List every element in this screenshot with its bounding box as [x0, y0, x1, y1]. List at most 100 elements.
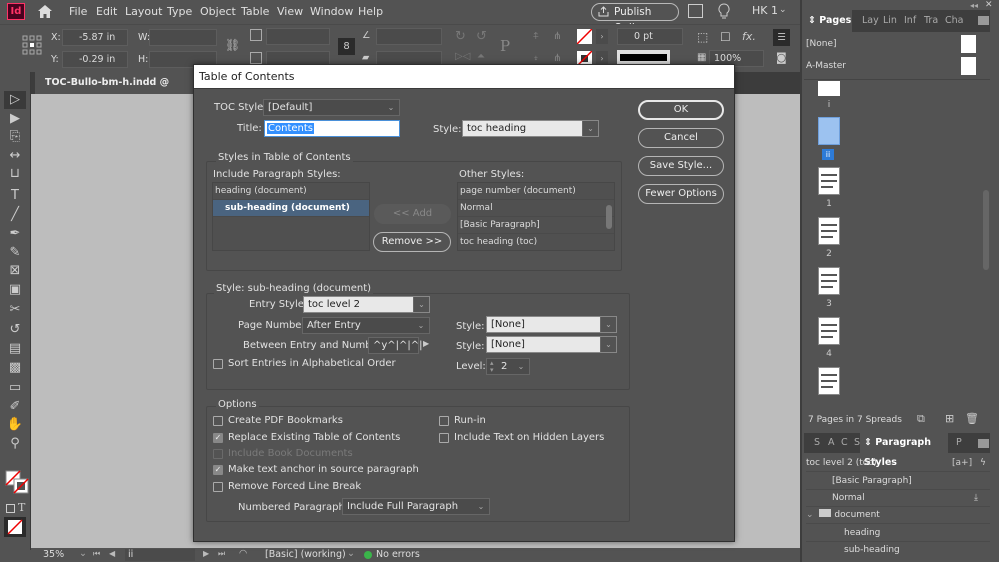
flip-vertical-icon[interactable]: ⏶ [477, 51, 485, 62]
menu-table[interactable]: Table [241, 5, 269, 18]
ok-button[interactable]: OK [638, 100, 724, 120]
page-thumbnail[interactable] [818, 317, 840, 345]
content-collector-icon[interactable]: ⊔ [4, 165, 26, 183]
formatting-text-icon[interactable]: T [18, 501, 25, 514]
tab-swatches[interactable]: S [814, 433, 820, 453]
style-item-normal[interactable]: Normal ⤓ [806, 489, 990, 507]
drop-shadow-icon[interactable]: ☐ [720, 30, 731, 44]
menu-layout[interactable]: Layout [125, 5, 162, 18]
last-page-icon[interactable]: ⏭ [218, 549, 225, 559]
tab-pages[interactable]: ⇕ Pages [804, 10, 852, 32]
toc-style-select[interactable]: [Default] ⌄ [263, 99, 400, 116]
menu-window[interactable]: Window [310, 5, 353, 18]
create-pdf-bookmarks-checkbox[interactable] [213, 415, 223, 426]
other-styles-scrollbar[interactable] [606, 205, 612, 229]
cancel-button[interactable]: Cancel [638, 128, 724, 148]
run-in-option[interactable]: Run-in [439, 415, 486, 427]
select-previous-icon[interactable]: ⋔ [553, 31, 561, 42]
first-page-icon[interactable]: ⏮ [93, 549, 100, 559]
fewer-options-button[interactable]: Fewer Options [638, 184, 724, 204]
lightbulb-icon[interactable] [718, 3, 730, 20]
line-tool-icon[interactable]: ╱ [4, 206, 26, 224]
zoom-tool-icon[interactable]: ⚲ [4, 435, 26, 453]
zoom-chevron-icon[interactable]: ⌄ [79, 548, 87, 559]
select-next-icon[interactable]: ⋔ [553, 53, 561, 64]
scale-x-field[interactable] [266, 28, 330, 45]
tab-character[interactable]: Cha [945, 10, 963, 32]
home-icon[interactable] [37, 4, 53, 19]
pen-tool-icon[interactable]: ✒ [4, 225, 26, 243]
numbered-paragraphs-select[interactable]: Include Full Paragraph ⌄ [342, 498, 490, 515]
title-style-select[interactable]: toc heading ⌄ [462, 120, 599, 137]
page-thumbnail[interactable] [818, 167, 840, 195]
menu-edit[interactable]: Edit [96, 5, 117, 18]
other-style-item[interactable]: [Basic Paragraph] [458, 217, 614, 234]
between-entry-input[interactable]: ^y^|^|^| [368, 337, 423, 354]
style-item-basic-paragraph[interactable]: [Basic Paragraph] [806, 472, 990, 490]
preflight-errors[interactable]: No errors [376, 549, 420, 560]
pencil-tool-icon[interactable]: ✎ [4, 244, 26, 262]
page-number-style-select[interactable]: [None] ⌄ [486, 316, 617, 333]
note-tool-icon[interactable]: ▭ [4, 379, 26, 397]
include-hidden-layers-checkbox[interactable] [439, 432, 449, 443]
tab-character-styles[interactable]: C [841, 433, 848, 453]
select-container-icon[interactable]: ⍏ [533, 31, 539, 42]
page-thumbnail[interactable] [818, 367, 840, 395]
page-thumbnail[interactable] [818, 81, 840, 96]
save-style-button[interactable]: Save Style... [638, 156, 724, 176]
other-styles-list[interactable]: page number (document) Normal [Basic Par… [457, 182, 615, 251]
gradient-swatch-tool-icon[interactable]: ▤ [4, 340, 26, 358]
tab-info[interactable]: Inf [904, 10, 916, 32]
other-style-item[interactable]: Normal [458, 200, 614, 217]
rotate-ccw-icon[interactable]: ↺ [476, 29, 487, 44]
previous-page-icon[interactable]: ◀ [109, 549, 115, 558]
rectangle-frame-tool-icon[interactable]: ⊠ [4, 262, 26, 280]
open-page-spinner-icon[interactable]: ◠ [239, 548, 247, 559]
menu-object[interactable]: Object [200, 5, 236, 18]
sort-alphabetical-checkbox[interactable] [213, 358, 223, 369]
text-frame-options-icon[interactable]: ⬚ [697, 30, 708, 44]
other-style-item[interactable]: toc heading (toc) [458, 234, 614, 251]
constrain-proportions-icon[interactable]: ⛓ [225, 38, 240, 52]
tab-p[interactable]: P [956, 433, 962, 453]
tab-layers[interactable]: Lay [862, 10, 879, 32]
y-field[interactable]: -0.29 in [62, 51, 128, 68]
page-number-select[interactable]: After Entry ⌄ [302, 317, 430, 334]
publish-online-button[interactable]: Publish Online [591, 3, 679, 34]
level-stepper[interactable]: ▴ ▾ 2 ⌄ [486, 358, 530, 375]
flip-horizontal-icon[interactable]: ▷◁ [455, 51, 470, 62]
zoom-level[interactable]: 35% [43, 549, 64, 560]
include-styles-list[interactable]: heading (document) sub-heading (document… [212, 182, 370, 251]
include-style-item[interactable]: heading (document) [213, 183, 369, 200]
remove-button[interactable]: Remove >> [373, 232, 451, 252]
include-style-item-selected[interactable]: sub-heading (document) [213, 200, 369, 217]
link-scale-icon[interactable]: 8 [338, 38, 355, 55]
entry-style-select[interactable]: toc level 2 ⌄ [303, 296, 430, 313]
fill-swatch-none[interactable] [577, 29, 592, 44]
selection-tool-icon[interactable]: ▷ [4, 91, 26, 109]
text-wrap-icon[interactable]: ☰ [773, 29, 790, 46]
menu-help[interactable]: Help [358, 5, 383, 18]
delete-page-icon[interactable]: 🗑 [965, 412, 979, 425]
other-style-item[interactable]: page number (document) [458, 183, 614, 200]
master-item-none[interactable]: [None] [806, 33, 976, 55]
fill-swatch-chevron-icon[interactable]: › [596, 29, 608, 44]
sort-alphabetical-option[interactable]: Sort Entries in Alphabetical Order [213, 358, 396, 370]
type-tool-icon[interactable]: T [4, 187, 26, 205]
create-pdf-bookmarks-option[interactable]: Create PDF Bookmarks [213, 415, 343, 427]
menu-view[interactable]: View [277, 5, 303, 18]
replace-existing-toc-option[interactable]: ✓ Replace Existing Table of Contents [213, 432, 400, 444]
make-text-anchor-option[interactable]: ✓ Make text anchor in source paragraph [213, 464, 419, 476]
tab-links[interactable]: Lin [883, 10, 897, 32]
new-page-icon[interactable]: ⊞ [945, 412, 954, 425]
width-field[interactable] [149, 29, 217, 46]
formatting-container-icon[interactable] [6, 504, 15, 513]
apply-none-icon[interactable] [4, 517, 26, 537]
x-field[interactable]: -5.87 in [62, 29, 128, 46]
cc-libraries-icon[interactable] [688, 4, 703, 18]
effects-fx-icon[interactable]: fx. [742, 30, 756, 43]
gap-tool-icon[interactable]: ↔ [4, 147, 26, 165]
chevron-down-icon[interactable]: ⌄ [779, 5, 787, 15]
page-number-field[interactable]: ii [125, 549, 195, 561]
pages-scrollbar[interactable] [983, 190, 989, 270]
